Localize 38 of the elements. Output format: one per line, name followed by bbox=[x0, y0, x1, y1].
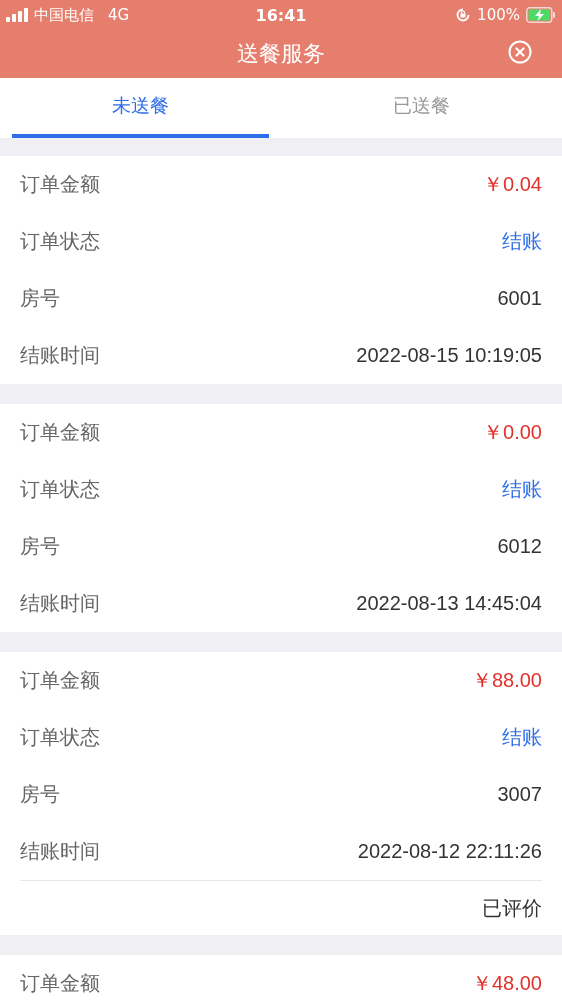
rotation-lock-icon bbox=[455, 7, 472, 23]
close-icon[interactable] bbox=[508, 40, 532, 64]
field-label: 结账时间 bbox=[20, 838, 100, 865]
field-value: 结账 bbox=[502, 725, 542, 750]
field-label: 订单金额 bbox=[20, 171, 100, 198]
clock-time: 16:41 bbox=[255, 5, 307, 25]
field-label: 订单金额 bbox=[20, 419, 100, 446]
field-label: 房号 bbox=[20, 533, 60, 560]
field-label: 结账时间 bbox=[20, 590, 100, 617]
field-label: 订单状态 bbox=[20, 724, 100, 751]
field-value: ￥48.00 bbox=[471, 971, 542, 996]
field-value: 结账 bbox=[502, 229, 542, 254]
field-label: 订单金额 bbox=[20, 667, 100, 694]
field-value: 2022-08-13 14:45:04 bbox=[356, 592, 542, 615]
field-value: 3007 bbox=[497, 783, 542, 806]
field-label: 订单金额 bbox=[20, 970, 100, 997]
field-value: 2022-08-12 22:11:26 bbox=[357, 840, 542, 863]
field-value: ￥88.00 bbox=[471, 668, 542, 693]
battery-charging-icon bbox=[526, 7, 556, 23]
field-value: ￥0.00 bbox=[483, 420, 542, 445]
review-status: 已评价 bbox=[482, 894, 542, 922]
field-label: 订单状态 bbox=[20, 476, 100, 503]
field-label: 房号 bbox=[20, 285, 60, 312]
tab[interactable]: 已送餐 bbox=[293, 78, 550, 138]
page-title: 送餐服务 bbox=[237, 40, 325, 68]
tab[interactable]: 未送餐 bbox=[12, 78, 269, 138]
network-type: 4G bbox=[108, 6, 130, 24]
signal-icon bbox=[6, 8, 28, 22]
battery-percent: 100% bbox=[477, 6, 520, 24]
field-value: 结账 bbox=[502, 477, 542, 502]
field-value: 6012 bbox=[497, 535, 542, 558]
field-value: ￥0.04 bbox=[483, 172, 542, 197]
field-value: 2022-08-15 10:19:05 bbox=[356, 344, 542, 367]
field-value: 6001 bbox=[497, 287, 542, 310]
field-label: 结账时间 bbox=[20, 342, 100, 369]
field-label: 订单状态 bbox=[20, 228, 100, 255]
field-label: 房号 bbox=[20, 781, 60, 808]
carrier-name: 中国电信 bbox=[34, 5, 94, 25]
